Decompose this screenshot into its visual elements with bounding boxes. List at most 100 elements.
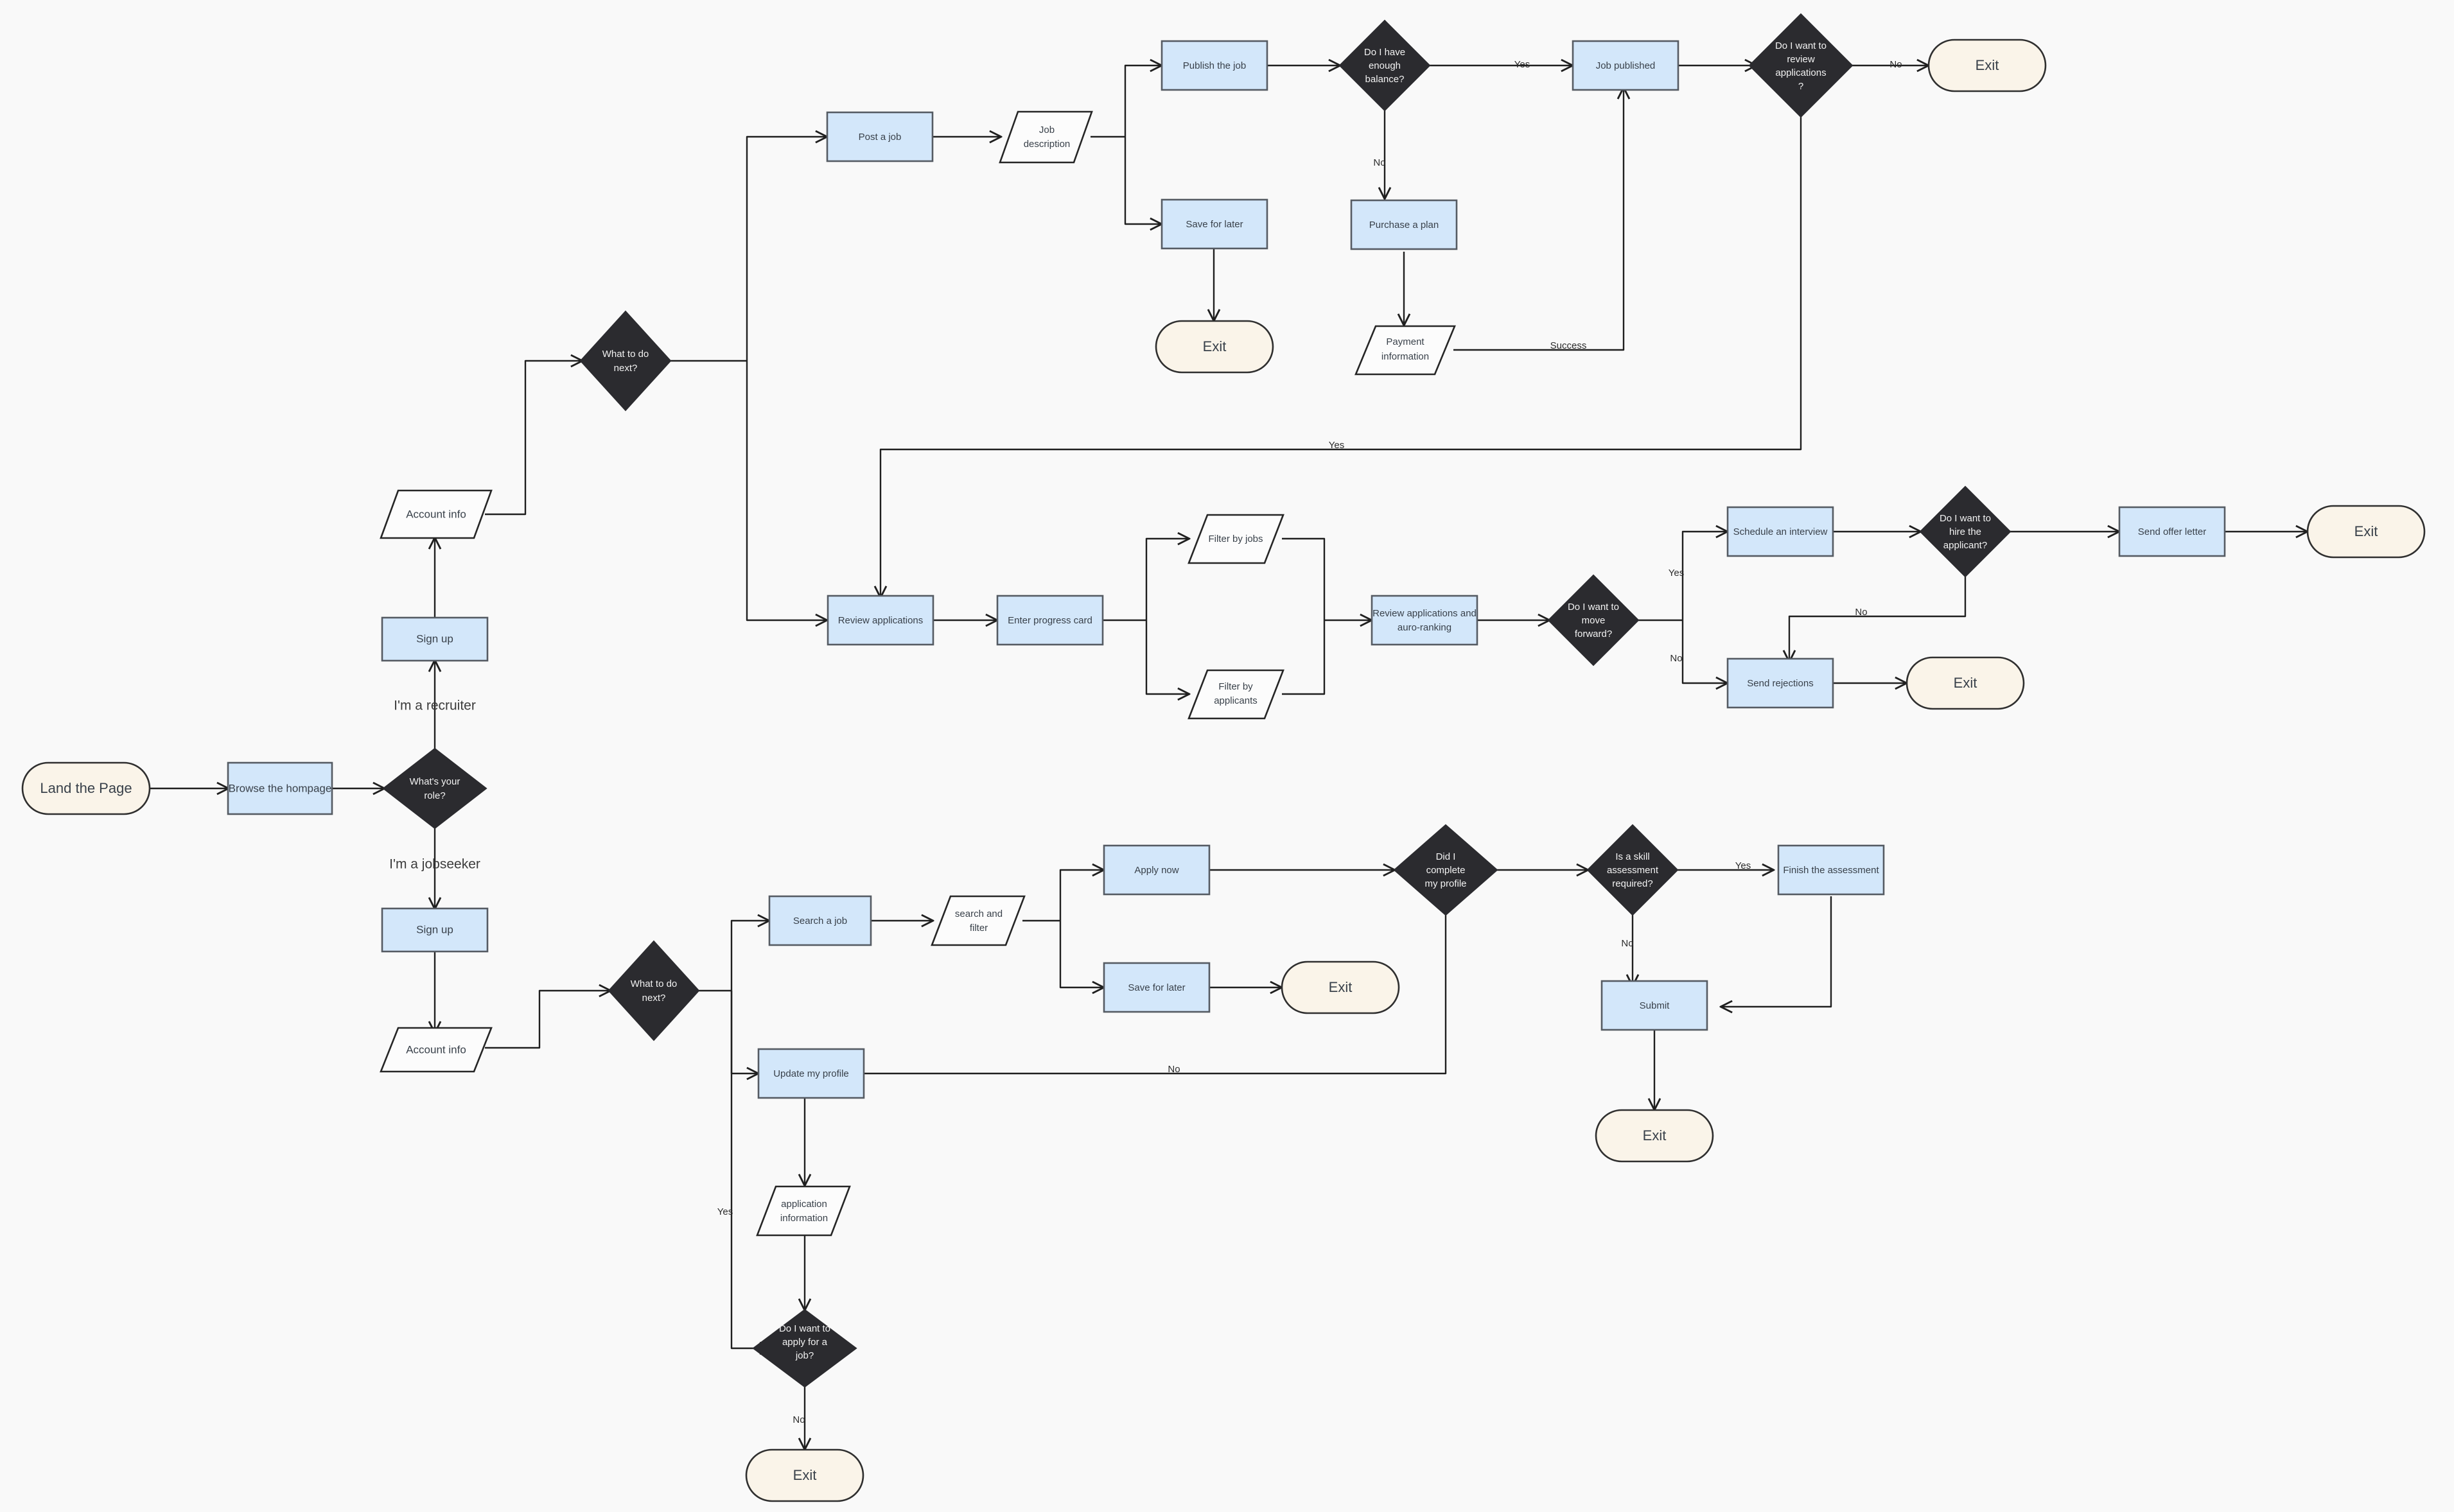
node-exit-offer[interactable]: Exit xyxy=(2306,505,2426,559)
node-hire-applicant-decision[interactable]: Do I want to hire the applicant? xyxy=(1919,485,2011,578)
node-review-and-autorank-label-line2: auro-ranking xyxy=(1398,622,1451,633)
node-job-published[interactable]: Job published xyxy=(1572,40,1679,91)
node-filter-by-jobs-label: Filter by jobs xyxy=(1208,534,1263,544)
node-recruiter-signup[interactable]: Sign up xyxy=(381,616,489,662)
node-update-my-profile[interactable]: Update my profile xyxy=(757,1048,865,1099)
node-save-for-later-recruiter[interactable]: Save for later xyxy=(1161,198,1268,250)
node-enter-progress-card[interactable]: Enter progress card xyxy=(996,595,1104,646)
edge-searchfilter-to-savelater xyxy=(1059,921,1103,987)
node-review-decision-label-line1: Do I want to xyxy=(1775,40,1827,51)
node-land-the-page[interactable]: Land the Page xyxy=(21,761,151,815)
edge-label-balance-no: No xyxy=(1373,157,1385,168)
node-skill-assessment-decision[interactable]: Is a skill assessment required? xyxy=(1586,824,1679,916)
edge-jobseeker-whatnext-to-search xyxy=(730,921,769,991)
node-exit-submit[interactable]: Exit xyxy=(1595,1109,1714,1163)
node-payment-information-label-line2: information xyxy=(1381,351,1429,362)
edge-filter-jobs-merge xyxy=(1282,537,1326,620)
flowchart-svg: Yes No Success No Yes Yes No No Yes No Y… xyxy=(21,13,2426,1502)
node-exit-save-for-later[interactable]: Exit xyxy=(1155,320,1274,374)
node-review-applications[interactable]: Review applications xyxy=(827,595,934,646)
edge-jobseeker-whatnext-to-apply-decision xyxy=(730,991,771,1348)
node-enough-balance-label-line2: enough xyxy=(1369,60,1401,71)
node-apply-now-label: Apply now xyxy=(1134,865,1179,876)
node-review-and-autorank-label-line1: Review applications and xyxy=(1372,608,1477,619)
node-purchase-a-plan[interactable]: Purchase a plan xyxy=(1350,199,1458,250)
node-search-and-filter[interactable]: search and filter xyxy=(931,895,1026,946)
node-land-the-page-label: Land the Page xyxy=(40,780,132,796)
node-send-offer-letter-label: Send offer letter xyxy=(2138,526,2206,537)
edge-jobseeker-account-to-whatnext xyxy=(485,991,610,1049)
node-browse-homepage[interactable]: Browse the hompage xyxy=(227,761,333,815)
node-send-rejections[interactable]: Send rejections xyxy=(1726,657,1834,709)
node-update-my-profile-label: Update my profile xyxy=(773,1068,849,1079)
node-job-description-label-line2: description xyxy=(1024,139,1071,150)
node-review-applications-decision[interactable]: Do I want to review applications ? xyxy=(1748,13,1854,118)
edge-finish-to-submit xyxy=(1721,896,1832,1007)
edge-progresscard-to-filter-applicants xyxy=(1145,620,1189,694)
node-save-for-later-jobseeker[interactable]: Save for later xyxy=(1103,962,1211,1013)
node-application-information-label-line1: application xyxy=(781,1199,827,1210)
edge-jobseeker-whatnext-to-updateprofile xyxy=(730,991,758,1073)
node-exit-save-job-label: Exit xyxy=(1329,979,1353,995)
node-jobseeker-account-info[interactable]: Account info xyxy=(380,1027,493,1073)
node-exit-no-review[interactable]: Exit xyxy=(1927,39,2047,92)
edge-label-im-a-recruiter: I'm a recruiter xyxy=(394,699,476,713)
node-review-decision-label-line2: review xyxy=(1787,54,1815,65)
nodes: Land the Page Browse the hompage What's … xyxy=(21,13,2426,1502)
node-publish-the-job[interactable]: Publish the job xyxy=(1161,40,1268,91)
node-review-decision-label-line4: ? xyxy=(1798,81,1803,92)
node-review-and-autorank[interactable]: Review applications and auro-ranking xyxy=(1371,595,1478,646)
edge-hire-no-to-rejections xyxy=(1789,576,1967,661)
node-complete-my-profile-decision[interactable]: Did I complete my profile xyxy=(1393,824,1498,916)
node-skill-assessment-label-line1: Is a skill xyxy=(1615,851,1649,862)
node-schedule-interview[interactable]: Schedule an interview xyxy=(1726,506,1834,557)
node-recruiter-account-info[interactable]: Account info xyxy=(380,489,493,539)
node-send-offer-letter[interactable]: Send offer letter xyxy=(2118,506,2226,557)
node-send-rejections-label: Send rejections xyxy=(1747,678,1813,689)
edge-label-balance-yes: Yes xyxy=(1514,59,1530,70)
node-recruiter-what-next[interactable]: What to do next? xyxy=(579,310,672,412)
node-apply-for-a-job-label-line1: Do I want to xyxy=(779,1323,830,1334)
node-filter-by-jobs[interactable]: Filter by jobs xyxy=(1188,514,1284,564)
node-review-decision-label-line3: applications xyxy=(1775,67,1826,78)
node-submit[interactable]: Submit xyxy=(1600,980,1708,1031)
edges: Yes No Success No Yes Yes No No Yes No Y… xyxy=(150,59,2307,1449)
node-enough-balance-label-line3: balance? xyxy=(1365,74,1405,85)
node-enough-balance-decision[interactable]: Do I have enough balance? xyxy=(1338,19,1431,112)
node-jobseeker-account-info-label: Account info xyxy=(406,1043,466,1056)
node-complete-my-profile-label-line2: complete xyxy=(1426,865,1466,876)
edge-label-apply-no: No xyxy=(793,1414,805,1425)
node-submit-label: Submit xyxy=(1640,1000,1670,1011)
node-post-a-job[interactable]: Post a job xyxy=(826,111,934,162)
edge-progresscard-to-filter-jobs xyxy=(1145,539,1189,620)
node-apply-for-a-job-decision[interactable]: Do I want to apply for a job? xyxy=(752,1308,857,1388)
node-jobseeker-signup[interactable]: Sign up xyxy=(381,907,489,953)
node-job-description[interactable]: Job description xyxy=(999,110,1093,164)
node-search-a-job[interactable]: Search a job xyxy=(768,895,872,946)
node-payment-information[interactable]: Payment information xyxy=(1354,325,1456,376)
node-finish-the-assessment[interactable]: Finish the assessment xyxy=(1777,844,1885,896)
node-exit-no-apply[interactable]: Exit xyxy=(745,1448,864,1502)
node-payment-information-label-line1: Payment xyxy=(1386,336,1424,347)
node-finish-the-assessment-label: Finish the assessment xyxy=(1783,865,1879,876)
node-hire-applicant-label-line2: hire the xyxy=(1949,526,1981,537)
edge-label-review-yes: Yes xyxy=(1329,440,1344,451)
node-exit-submit-label: Exit xyxy=(1643,1127,1667,1143)
edge-jobdesc-to-publish xyxy=(1124,65,1161,137)
node-exit-rejections[interactable]: Exit xyxy=(1906,656,2025,710)
node-apply-for-a-job-label-line3: job? xyxy=(795,1350,814,1361)
edge-label-assessment-no: No xyxy=(1621,938,1633,949)
node-apply-now[interactable]: Apply now xyxy=(1103,844,1211,896)
node-whats-your-role[interactable]: What's your role? xyxy=(382,747,487,830)
edge-whatnext-to-postjob xyxy=(746,137,827,361)
edge-label-im-a-jobseeker: I'm a jobseeker xyxy=(389,857,480,872)
edge-label-moveforward-no: No xyxy=(1670,653,1682,664)
node-filter-by-applicants[interactable]: Filter by applicants xyxy=(1188,669,1284,720)
node-jobseeker-what-next[interactable]: What to do next? xyxy=(608,940,700,1041)
node-exit-save-for-later-label: Exit xyxy=(1203,338,1227,354)
node-recruiter-signup-label: Sign up xyxy=(416,632,453,645)
node-jobseeker-what-next-label-line2: next? xyxy=(642,993,666,1004)
node-exit-save-job[interactable]: Exit xyxy=(1281,960,1400,1014)
node-application-information[interactable]: application information xyxy=(756,1185,851,1237)
node-move-forward-decision[interactable]: Do I want to move forward? xyxy=(1547,574,1640,666)
